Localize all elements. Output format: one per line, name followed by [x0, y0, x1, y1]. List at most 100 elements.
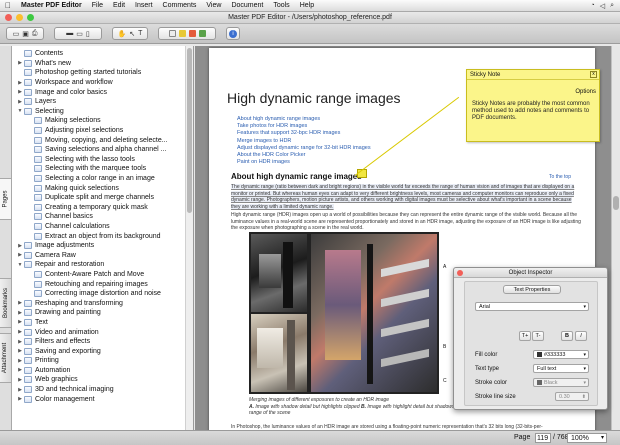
bookmark-item[interactable]: ▶ Text [12, 318, 193, 328]
bookmark-item[interactable]: ▶ Color management [12, 394, 193, 404]
print-icon[interactable]: ⎙ [32, 30, 38, 38]
menu-help[interactable]: Help [295, 2, 319, 9]
bookmark-item[interactable]: ▶ Drawing and painting [12, 308, 193, 318]
highlight-icon[interactable] [188, 30, 196, 37]
increase-font-size-button[interactable]: T+ [519, 331, 531, 341]
volume-icon[interactable]: ◁ [600, 2, 605, 10]
bookmarks-scrollbar[interactable] [185, 46, 193, 430]
bookmark-item[interactable]: Duplicate split and merge channels [12, 193, 193, 203]
menu-edit[interactable]: Edit [108, 2, 130, 9]
bookmark-item[interactable]: Making selections [12, 116, 193, 126]
bookmark-item[interactable]: ▶ Video and animation [12, 327, 193, 337]
zoom-select[interactable]: 100% ▾ [567, 433, 607, 443]
bookmark-item[interactable]: ▶ 3D and technical imaging [12, 385, 193, 395]
menu-comments[interactable]: Comments [158, 2, 202, 9]
toc-link[interactable]: Features that support 32-bpc HDR images [237, 130, 371, 137]
close-window-button[interactable] [5, 14, 12, 21]
text-type-select[interactable]: Full text ▾ [533, 364, 589, 373]
page-number-input[interactable]: 119 [535, 433, 551, 443]
bookmark-item[interactable]: Saving selections and alpha channel ... [12, 145, 193, 155]
bold-button[interactable]: B [561, 331, 573, 341]
bookmarks-scroll-thumb[interactable] [187, 48, 192, 213]
bookmark-item[interactable]: Content-Aware Patch and Move [12, 270, 193, 280]
bookmark-item[interactable]: Channel basics [12, 212, 193, 222]
bookmark-item[interactable]: ▼ Selecting [12, 107, 193, 117]
toc-link[interactable]: Merge images to HDR [237, 138, 371, 145]
save-icon[interactable]: ▣ [22, 30, 29, 38]
bookmark-item[interactable]: Creating a temporary quick mask [12, 203, 193, 213]
sticky-note-text[interactable]: Sticky Notes are probably the most commo… [472, 101, 597, 123]
disclosure-closed-icon[interactable]: ▶ [16, 377, 24, 383]
toc-link[interactable]: About the HDR Color Picker [237, 152, 371, 159]
bookmark-item[interactable]: Channel calculations [12, 222, 193, 232]
bookmark-item[interactable]: ▶ Reshaping and transforming [12, 298, 193, 308]
zoom-in-icon[interactable]: ▭ [76, 30, 83, 38]
bookmark-item[interactable]: ▶ Layers [12, 97, 193, 107]
disclosure-closed-icon[interactable]: ▶ [16, 396, 24, 402]
disclosure-closed-icon[interactable]: ▶ [16, 60, 24, 66]
disclosure-closed-icon[interactable]: ▶ [16, 329, 24, 335]
inspector-titlebar[interactable]: Object Inspector [454, 268, 607, 278]
bookmark-item[interactable]: ▶ What's new [12, 59, 193, 69]
to-top-link[interactable]: To the top [549, 174, 571, 180]
open-icon[interactable]: ▭ [13, 30, 20, 38]
disclosure-open-icon[interactable]: ▼ [16, 108, 24, 114]
select-tool-icon[interactable]: ↖ [129, 30, 135, 38]
bookmark-item[interactable]: Correcting image distortion and noise [12, 289, 193, 299]
toc-link[interactable]: Take photos for HDR images [237, 123, 371, 130]
bookmark-item[interactable]: Selecting with the marquee tools [12, 164, 193, 174]
bookmark-item[interactable]: Extract an object from its background [12, 231, 193, 241]
toc-link[interactable]: About high dynamic range images [237, 116, 371, 123]
bookmark-item[interactable]: Selecting a color range in an image [12, 174, 193, 184]
menu-insert[interactable]: Insert [130, 2, 158, 9]
disclosure-closed-icon[interactable]: ▶ [16, 339, 24, 345]
bookmark-item[interactable]: ▼ Repair and restoration [12, 260, 193, 270]
bookmark-item[interactable]: Contents [12, 49, 193, 59]
disclosure-closed-icon[interactable]: ▶ [16, 252, 24, 258]
bookmark-item[interactable]: ▶ Automation [12, 366, 193, 376]
disclosure-closed-icon[interactable]: ▶ [16, 243, 24, 249]
bookmark-item[interactable]: ▶ Filters and effects [12, 337, 193, 347]
stroke-line-size-stepper[interactable]: 0.30 ⬍ [555, 392, 589, 401]
bookmark-item[interactable]: ▶ Camera Raw [12, 250, 193, 260]
disclosure-closed-icon[interactable]: ▶ [16, 89, 24, 95]
bookmark-item[interactable]: ▶ Saving and exporting [12, 346, 193, 356]
search-icon[interactable]: ⌕ [610, 2, 614, 10]
toc-link[interactable]: Paint on HDR images [237, 159, 371, 166]
disclosure-closed-icon[interactable]: ▶ [16, 367, 24, 373]
bookmark-item[interactable]: ▶ Web graphics [12, 375, 193, 385]
disclosure-closed-icon[interactable]: ▶ [16, 358, 24, 364]
sticky-note-close-button[interactable]: x [590, 71, 597, 78]
zoom-out-icon[interactable]: ▬ [66, 30, 73, 37]
tab-pages[interactable]: Pages [0, 178, 12, 220]
document-scrollbar[interactable] [611, 46, 620, 430]
text-tool-icon[interactable]: T [138, 30, 142, 37]
sticky-note-header[interactable]: Sticky Note x [467, 70, 599, 80]
info-button[interactable]: i [226, 27, 240, 40]
stroke-color-picker[interactable]: Black ▾ [533, 378, 589, 387]
font-select[interactable]: Arial ▾ [475, 302, 589, 311]
tab-bookmarks[interactable]: Bookmarks [0, 278, 12, 328]
bookmark-item[interactable]: Photoshop getting started tutorials [12, 68, 193, 78]
page-tool-icon[interactable] [168, 30, 176, 37]
wifi-icon[interactable]: ◔ [590, 2, 594, 10]
inspector-close-button[interactable] [457, 270, 463, 276]
decrease-font-size-button[interactable]: T- [532, 331, 544, 341]
document-scroll-thumb[interactable] [613, 196, 619, 210]
markup-icon[interactable] [198, 30, 206, 37]
disclosure-open-icon[interactable]: ▼ [16, 262, 24, 268]
bookmark-item[interactable]: Retouching and repairing images [12, 279, 193, 289]
minimize-window-button[interactable] [16, 14, 23, 21]
toc-link[interactable]: Adjust displayed dynamic range for 32-bi… [237, 145, 371, 152]
bookmark-item[interactable]: Moving, copying, and deleting selecte... [12, 135, 193, 145]
menu-master-pdf-editor[interactable]: Master PDF Editor [16, 2, 87, 9]
bookmark-item[interactable]: ▶ Printing [12, 356, 193, 366]
bookmark-item[interactable]: ▶ Image adjustments [12, 241, 193, 251]
sticky-note-options-button[interactable]: Options [575, 89, 596, 95]
disclosure-closed-icon[interactable]: ▶ [16, 310, 24, 316]
menu-tools[interactable]: Tools [268, 2, 294, 9]
hand-tool-icon[interactable]: ✋ [118, 30, 127, 38]
italic-button[interactable]: I [575, 331, 587, 341]
disclosure-closed-icon[interactable]: ▶ [16, 319, 24, 325]
menu-view[interactable]: View [201, 2, 226, 9]
